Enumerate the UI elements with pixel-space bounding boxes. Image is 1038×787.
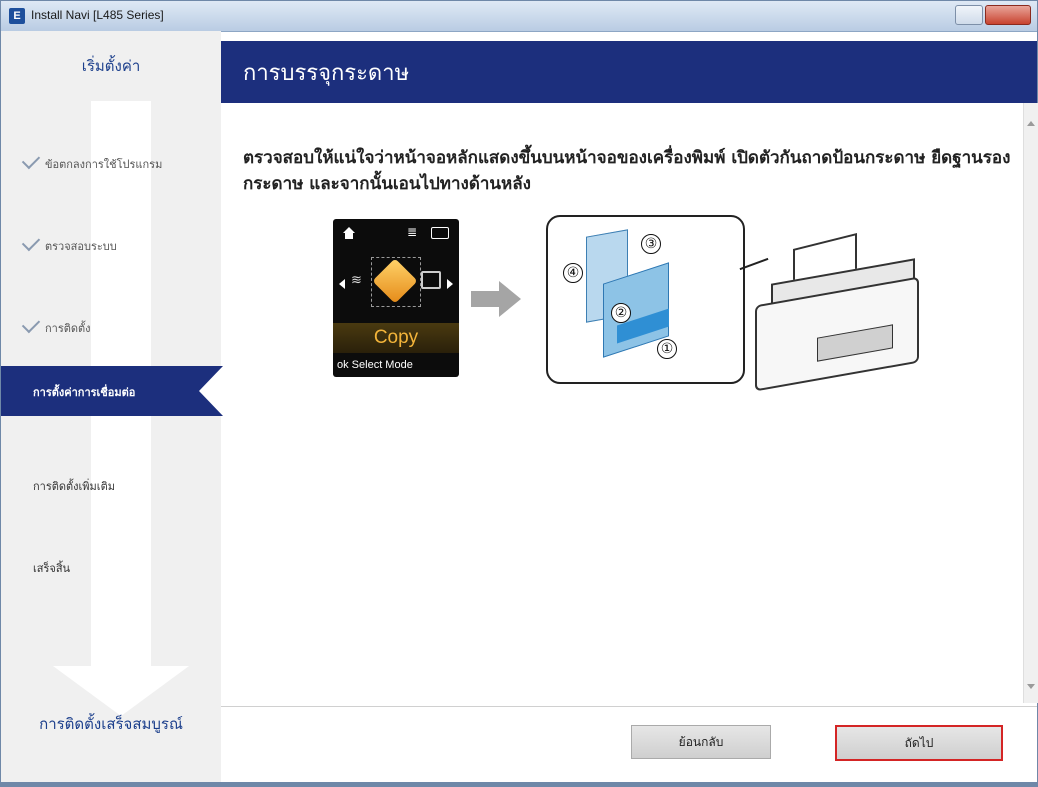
copy-mode-bar: Copy xyxy=(333,323,459,353)
sidebar-step-license: ข้อตกลงการใช้โปรแกรม xyxy=(1,139,221,189)
wifi-setup-icon: ≋ xyxy=(351,273,362,288)
progress-arrow-head xyxy=(53,666,189,716)
check-icon xyxy=(21,232,41,252)
select-mode-label: ok Select Mode xyxy=(337,359,413,371)
back-button[interactable]: ย้อนกลับ xyxy=(631,725,771,759)
window-bottom-edge xyxy=(1,782,1037,786)
wifi-icon: ≣ xyxy=(407,225,418,239)
sidebar-header: เริ่มตั้งค่า xyxy=(1,31,221,106)
right-arrow-icon xyxy=(447,279,453,289)
footer-bar: ย้อนกลับ ถัดไป xyxy=(221,707,1037,784)
main-content: ตรวจสอบให้แน่ใจว่าหน้าจอหลักแสดงขึ้นบนหน… xyxy=(221,103,1021,703)
instruction-text: ตรวจสอบให้แน่ใจว่าหน้าจอหลักแสดงขึ้นบนหน… xyxy=(243,148,1011,194)
check-icon xyxy=(21,314,41,334)
installer-window: E Install Navi [L485 Series] เริ่มตั้งค่… xyxy=(0,0,1038,787)
sidebar-step-label: เสร็จสิ้น xyxy=(33,562,71,575)
left-arrow-icon xyxy=(339,279,345,289)
sidebar: เริ่มตั้งค่า ข้อตกลงการใช้โปรแกรม ตรวจสอ… xyxy=(1,31,223,784)
page-title: การบรรจุกระดาษ xyxy=(243,61,410,86)
sidebar-step-label: ข้อตกลงการใช้โปรแกรม xyxy=(45,158,163,171)
step-number-4: ④ xyxy=(563,263,583,283)
sidebar-step-label: ตรวจสอบระบบ xyxy=(45,240,117,253)
minimize-button[interactable] xyxy=(955,5,983,25)
printer-lcd-illustration: ≣ ≋ Copy ok Select Mode xyxy=(333,219,459,377)
sidebar-step-installation: การติดตั้ง xyxy=(1,303,221,353)
copy-mode-label: Copy xyxy=(373,327,419,348)
scroll-down-icon[interactable] xyxy=(1027,684,1035,689)
vertical-scrollbar[interactable] xyxy=(1023,103,1038,703)
sidebar-step-additional-install: การติดตั้งเพิ่มเติม xyxy=(1,461,221,511)
scan-icon xyxy=(421,271,441,289)
ink-status-icon xyxy=(431,227,449,239)
app-icon: E xyxy=(9,8,25,24)
arrow-right-icon-head xyxy=(499,281,521,317)
sidebar-footer: การติดตั้งเสร็จสมบูรณ์ xyxy=(39,715,183,733)
sidebar-step-finish: เสร็จสิ้น xyxy=(1,543,221,593)
title-bar: E Install Navi [L485 Series] xyxy=(1,1,1037,32)
sidebar-step-system-check: ตรวจสอบระบบ xyxy=(1,221,221,271)
sidebar-step-label: การตั้งค่าการเชื่อมต่อ xyxy=(33,386,136,399)
scroll-up-icon[interactable] xyxy=(1027,121,1035,126)
window-controls xyxy=(955,5,1031,25)
next-button[interactable]: ถัดไป xyxy=(835,725,1003,761)
step-number-3: ③ xyxy=(641,234,661,254)
close-button[interactable] xyxy=(985,5,1031,25)
step-number-2: ② xyxy=(611,303,631,323)
sidebar-step-label: การติดตั้ง xyxy=(45,322,91,335)
sidebar-header-label: เริ่มตั้งค่า xyxy=(81,57,141,75)
arrow-right-icon xyxy=(471,291,501,307)
check-icon xyxy=(21,150,41,170)
window-title: Install Navi [L485 Series] xyxy=(31,8,164,22)
home-icon-base xyxy=(345,233,353,239)
step-number-1: ① xyxy=(657,339,677,359)
sidebar-step-label: การติดตั้งเพิ่มเติม xyxy=(33,480,115,493)
sidebar-step-connection-setup: การตั้งค่าการเชื่อมต่อ xyxy=(1,366,223,416)
page-header: การบรรจุกระดาษ xyxy=(221,41,1037,103)
